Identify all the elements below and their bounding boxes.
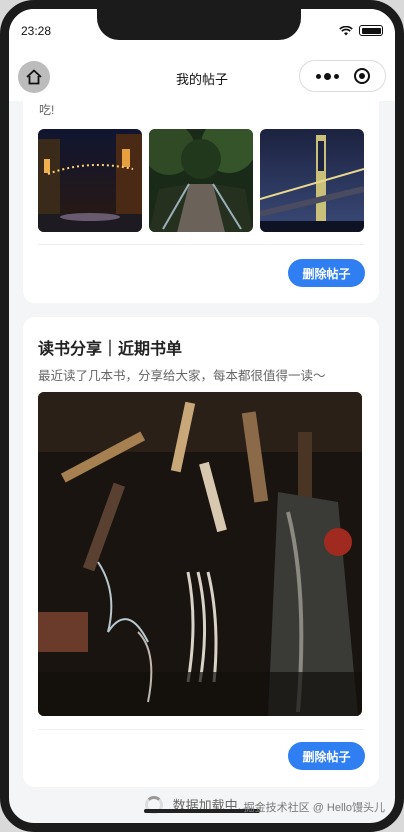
- more-icon[interactable]: [315, 72, 339, 80]
- post-list: 吃! 删除帖子 读书分享｜近期书单 最近读了几本书，分享给大家，每本都很值得一读…: [9, 101, 395, 823]
- wifi-icon: [339, 25, 353, 35]
- battery-icon: [359, 25, 383, 36]
- status-time: 23:28: [21, 24, 52, 38]
- home-indicator: [144, 809, 260, 813]
- post-image[interactable]: [260, 129, 364, 232]
- post-card: 吃! 删除帖子: [23, 101, 379, 303]
- notch: [97, 9, 301, 40]
- post-content: 最近读了几本书，分享给大家，每本都很值得一读～: [38, 369, 326, 383]
- delete-post-button[interactable]: 删除帖子: [288, 259, 365, 287]
- post-image[interactable]: [38, 129, 142, 232]
- post-content: 吃!: [39, 103, 55, 117]
- divider: [38, 729, 364, 730]
- close-miniprogram-icon[interactable]: [353, 68, 370, 84]
- divider: [38, 244, 364, 245]
- post-image[interactable]: [149, 129, 253, 232]
- phone-frame: 23:28 我的帖子 吃! 删除帖子 读书分享｜近期书单 最近读了几本书，分享给…: [0, 0, 404, 832]
- post-images: [38, 129, 364, 232]
- post-card: 读书分享｜近期书单 最近读了几本书，分享给大家，每本都很值得一读～ 删除帖子: [23, 317, 379, 787]
- navigation-bar: 我的帖子: [9, 51, 395, 101]
- capsule-menu: [299, 60, 386, 92]
- watermark: 掘金技术社区 @ Hello馒头儿: [243, 802, 385, 814]
- delete-post-button[interactable]: 删除帖子: [288, 742, 365, 770]
- post-title: 读书分享｜近期书单: [38, 341, 183, 358]
- post-image[interactable]: [38, 392, 362, 716]
- status-icons: [339, 25, 383, 36]
